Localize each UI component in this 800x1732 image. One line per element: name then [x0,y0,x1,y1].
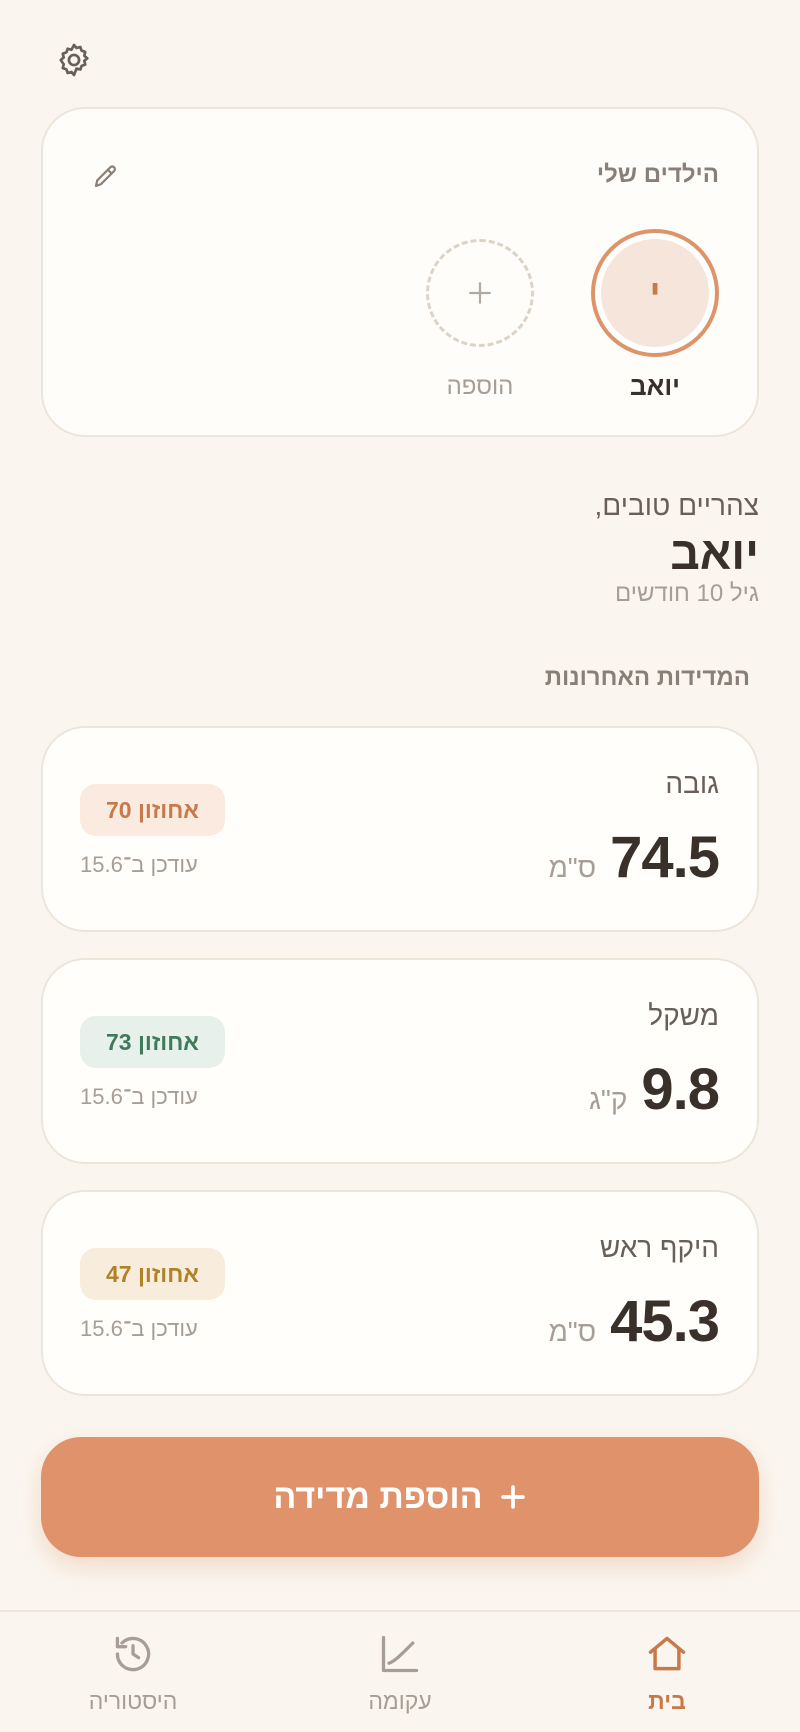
greeting-text: צהריים טובים, [594,490,760,521]
updated-date: עודכן ב־15.6 [80,1316,198,1341]
measurement-value: 74.5 [610,825,720,890]
settings-button[interactable] [52,38,96,82]
height-measurement-card[interactable]: גובה 74.5 ס"מ אחוזון 70 עודכן ב־15.6 [41,726,759,932]
child-name-heading: יואב [670,527,759,579]
percentile-badge: אחוזון 73 [80,1016,225,1068]
plus-icon [469,282,491,304]
head-circumference-measurement-card[interactable]: היקף ראש 45.3 ס"מ אחוזון 47 עודכן ב־15.6 [41,1190,759,1396]
kid-avatar-yoav[interactable]: י [591,229,719,357]
measurement-label: גובה [665,768,719,799]
measurement-value: 9.8 [641,1057,720,1122]
measurement-unit: ס"מ [548,1316,597,1347]
updated-date: עודכן ב־15.6 [80,852,198,877]
measurement-label: משקל [648,1000,719,1031]
weight-measurement-card[interactable]: משקל 9.8 ק"ג אחוזון 73 עודכן ב־15.6 [41,958,759,1164]
nav-label-growth-chart: עקומה [368,1688,432,1714]
edit-kids-button[interactable] [89,159,123,193]
nav-item-history[interactable]: היסטוריה [53,1630,213,1726]
nav-item-home[interactable]: בית [587,1630,747,1726]
nav-label-home: בית [648,1688,686,1714]
latest-measurements-title: המדידות האחרונות [544,664,750,691]
measurement-unit: ק"ג [589,1084,628,1115]
bottom-navigation: בית עקומה היסטוריה [0,1610,800,1732]
percentile-badge: אחוזון 47 [80,1248,225,1300]
child-age-text: גיל 10 חודשים [614,580,759,607]
history-icon [115,1636,151,1672]
updated-date: עודכן ב־15.6 [80,1084,198,1109]
my-kids-card: הילדים שלי י יואב הוספה [41,107,759,437]
gear-icon [59,43,89,77]
kid-name-label: יואב [629,371,681,401]
measurement-value: 45.3 [610,1289,720,1354]
add-measurement-label: הוספת מדידה [273,1477,483,1516]
add-measurement-button[interactable]: הוספת מדידה [41,1437,759,1557]
measurement-unit: ס"מ [548,852,597,883]
add-kid-button[interactable] [426,239,534,347]
chart-icon [381,1635,419,1673]
nav-label-history: היסטוריה [88,1688,178,1714]
add-kid-label: הוספה [446,373,514,400]
measurement-label: היקף ראש [599,1232,719,1263]
plus-icon [500,1485,525,1509]
percentile-badge: אחוזון 70 [80,784,225,836]
my-kids-title: הילדים שלי [596,161,719,188]
home-icon [648,1636,686,1671]
pencil-icon [94,165,117,188]
kid-avatar-initial: י [601,239,709,347]
nav-item-growth-chart[interactable]: עקומה [320,1630,480,1726]
